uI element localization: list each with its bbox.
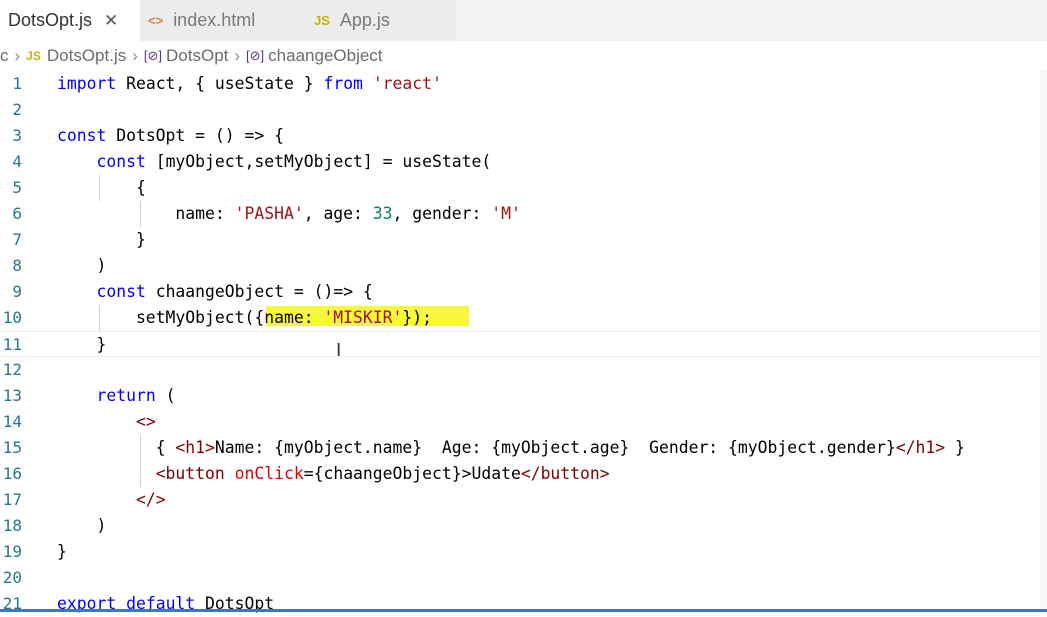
breadcrumb-method[interactable]: chaangeObject	[268, 46, 382, 66]
chevron-right-icon: ›	[14, 46, 21, 65]
code-line[interactable]: 19}	[0, 539, 1047, 565]
code-text: export default DotsOpt	[57, 594, 275, 613]
code-text: )	[57, 256, 107, 275]
code-line[interactable]: 16 <button onClick={chaangeObject}>Udate…	[0, 461, 1047, 487]
code-line[interactable]: 4 const [myObject,setMyObject] = useStat…	[0, 149, 1047, 175]
code-text: }	[57, 335, 107, 354]
code-text: const DotsOpt = () => {	[57, 126, 284, 145]
code-text: <button onClick={chaangeObject}>Udate</b…	[155, 464, 610, 483]
tab-label: App.js	[339, 10, 390, 30]
code-editor[interactable]: 1 import React, { useState } from 'react'…	[0, 71, 1047, 613]
js-file-icon: JS	[26, 49, 41, 63]
code-line[interactable]: 20	[0, 565, 1047, 591]
tab-index-html[interactable]: <> index.html	[140, 0, 296, 41]
code-line[interactable]: 7 }	[0, 227, 1047, 253]
line-number: 8	[12, 256, 22, 275]
code-line[interactable]: 3 const DotsOpt = () => {	[0, 123, 1047, 149]
close-icon[interactable]: ✕	[104, 11, 118, 31]
line-number: 5	[12, 178, 22, 197]
breadcrumb: c › JS DotsOpt.js › [⊘] DotsOpt › [⊘] ch…	[0, 41, 1047, 71]
code-text: return (	[96, 386, 176, 405]
code-line[interactable]: 21 export default DotsOpt	[0, 591, 1047, 617]
breadcrumb-component[interactable]: DotsOpt	[166, 46, 228, 66]
line-number: 7	[12, 230, 22, 249]
line-number: 17	[2, 490, 22, 509]
code-line[interactable]: 8 )	[0, 253, 1047, 279]
code-text: const [myObject,setMyObject] = useState(	[96, 152, 492, 171]
line-number: 18	[2, 516, 22, 535]
line-number: 11	[2, 335, 22, 354]
line-number: 4	[12, 152, 22, 171]
text-cursor-icon: I	[336, 340, 342, 361]
tab-label: index.html	[173, 10, 256, 30]
code-line[interactable]: 17 </>	[0, 487, 1047, 513]
chevron-right-icon: ›	[132, 46, 138, 65]
line-number: 16	[2, 464, 22, 483]
symbol-variable-icon: [⊘]	[246, 48, 265, 63]
line-number: 21	[2, 594, 22, 613]
line-number: 19	[2, 542, 22, 561]
code-text: setMyObject({name: 'MISKIR'});	[57, 308, 432, 327]
line-number: 13	[2, 386, 22, 405]
chevron-right-icon: ›	[234, 46, 241, 65]
line-number: 6	[12, 204, 22, 223]
code-line[interactable]: 9 const chaangeObject = ()=> {	[0, 279, 1047, 305]
code-text: }	[57, 230, 146, 249]
code-line[interactable]: 5 {	[0, 175, 1047, 201]
line-number: 12	[2, 360, 22, 379]
code-text: const chaangeObject = ()=> {	[96, 282, 373, 301]
code-line[interactable]: 6 name: 'PASHA', age: 33, gender: 'M'	[0, 201, 1047, 227]
line-number: 2	[12, 100, 22, 119]
code-text: {	[57, 178, 146, 197]
tab-dotsopt-js[interactable]: DotsOpt.js ✕	[0, 0, 140, 41]
code-text: )	[57, 516, 107, 535]
code-line[interactable]: 13 return (	[0, 383, 1047, 409]
code-line[interactable]: 11 }	[0, 331, 1047, 357]
code-text: { <h1>Name: {myObject.name} Age: {myObje…	[57, 438, 965, 457]
scrollbar[interactable]	[1040, 71, 1047, 612]
symbol-variable-icon: [⊘]	[143, 48, 163, 63]
breadcrumb-root[interactable]: c	[0, 46, 9, 66]
tab-label: DotsOpt.js	[8, 10, 93, 30]
code-text: name: 'PASHA', age: 33, gender: 'M'	[57, 204, 521, 223]
tab-app-js[interactable]: JS App.js	[296, 0, 456, 41]
line-number: 20	[2, 568, 22, 587]
line-number: 1	[12, 74, 22, 93]
line-number: 3	[12, 126, 22, 145]
code-line[interactable]: 14 <>	[0, 409, 1047, 435]
line-number: 9	[12, 282, 22, 301]
editor-tab-bar: DotsOpt.js ✕ <> index.html JS App.js	[0, 0, 1047, 41]
breadcrumb-file[interactable]: DotsOpt.js	[47, 46, 126, 66]
code-line[interactable]: 1 import React, { useState } from 'react'	[0, 71, 1047, 97]
line-number: 14	[2, 412, 22, 431]
code-line[interactable]: 18 )	[0, 513, 1047, 539]
code-line[interactable]: 10 setMyObject({name: 'MISKIR'});	[0, 305, 1047, 331]
code-text: </>	[135, 490, 166, 509]
code-text: <>	[135, 412, 156, 431]
code-line[interactable]: 12	[0, 357, 1047, 383]
code-text: }	[57, 542, 67, 561]
js-file-icon: JS	[314, 13, 330, 28]
code-line[interactable]: 15 { <h1>Name: {myObject.name} Age: {myO…	[0, 435, 1047, 461]
line-number: 15	[2, 438, 22, 457]
code-text: import React, { useState } from 'react'	[57, 74, 442, 93]
line-number: 10	[2, 308, 22, 327]
code-line[interactable]: 2	[0, 97, 1047, 123]
html-file-icon: <>	[148, 13, 164, 28]
